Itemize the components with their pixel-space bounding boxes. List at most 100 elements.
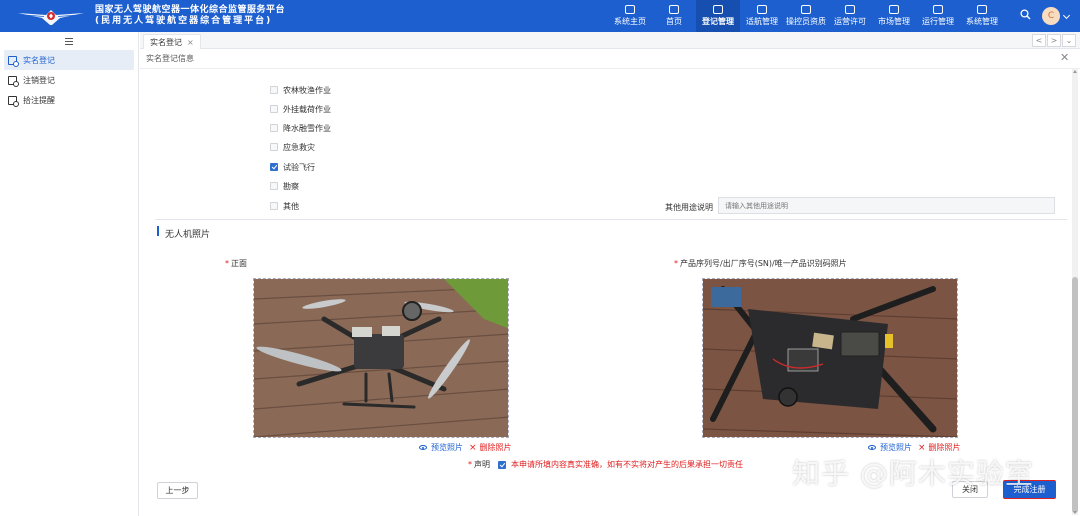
usage-option-label: 农林牧渔作业: [283, 85, 331, 95]
delete-photo-link[interactable]: × 删除照片: [918, 442, 961, 453]
usage-option-label: 外挂载荷作业: [283, 104, 331, 114]
scroll-down-arrow[interactable]: [1073, 511, 1077, 514]
sidebar: 实名登记 注销登记 拾注提醒: [0, 32, 139, 516]
drone-serial-photo[interactable]: [702, 278, 958, 438]
user-doc-icon: [8, 55, 19, 67]
sidebar-item-label: 注销登记: [23, 75, 55, 85]
sidebar-item-label: 实名登记: [23, 55, 55, 65]
platform-title-line1: 国家无人驾驶航空器一体化综合监管服务平台: [95, 5, 286, 15]
tab-prev-button[interactable]: <: [1032, 34, 1046, 47]
front-photo-label: * 正面: [225, 258, 247, 269]
usage-option-survey[interactable]: 勘察: [270, 180, 299, 192]
delete-photo-link[interactable]: × 删除照片: [469, 442, 512, 453]
nav-label: 系统主页: [614, 17, 646, 26]
scrollbar[interactable]: [1072, 69, 1078, 515]
checkbox[interactable]: [270, 124, 278, 132]
drone-front-photo[interactable]: [253, 278, 509, 438]
main-content: 实名登记信息 ✕ 农林牧渔作业 外挂载荷作业 降水融雪作业 应急救灾 试验飞行 …: [140, 50, 1080, 516]
close-button[interactable]: 关闭: [952, 481, 988, 498]
checkbox[interactable]: [270, 86, 278, 94]
delete-photo-label: 删除照片: [928, 443, 961, 452]
divider: [140, 68, 1080, 69]
label-text: 产品序列号/出厂序号(SN)/唯一产品识别码照片: [680, 259, 847, 268]
delete-icon: ×: [918, 442, 926, 453]
usage-option-label: 应急救灾: [283, 142, 315, 152]
checkbox-checked[interactable]: [270, 163, 278, 171]
tab-close-icon[interactable]: ×: [187, 38, 194, 47]
nav-system-home[interactable]: 系统主页: [608, 0, 652, 32]
complete-registration-button[interactable]: 完成注册: [1003, 480, 1056, 499]
previous-step-button[interactable]: 上一步: [157, 482, 198, 499]
nav-system-admin[interactable]: 系统管理: [960, 0, 1004, 32]
tab-real-name[interactable]: 实名登记 ×: [143, 34, 201, 49]
tab-next-button[interactable]: >: [1047, 34, 1061, 47]
usage-option-label: 降水融雪作业: [283, 123, 331, 133]
usage-option-other[interactable]: 其他: [270, 200, 299, 212]
checkbox[interactable]: [270, 182, 278, 190]
nav-operation-license[interactable]: 运营许可: [828, 0, 872, 32]
nav-operation[interactable]: 运行管理: [916, 0, 960, 32]
tab-more-button[interactable]: ⌄: [1062, 34, 1076, 47]
nav-registration[interactable]: 登记管理: [696, 0, 740, 32]
scroll-up-arrow[interactable]: [1073, 70, 1077, 73]
checkbox[interactable]: [270, 202, 278, 210]
serial-photo-actions: 预览照片 × 删除照片: [868, 442, 961, 453]
register-icon: [713, 5, 723, 14]
sidebar-item-reminder[interactable]: 拾注提醒: [4, 90, 134, 110]
platform-title-line2: (民用无人驾驶航空器综合管理平台): [95, 16, 273, 26]
usage-option-label: 其他: [283, 201, 299, 211]
nav-label: 首页: [666, 17, 682, 26]
sidebar-item-cancel[interactable]: 注销登记: [4, 70, 134, 90]
tab-bar: 实名登记 × < > ⌄: [140, 32, 1080, 49]
preview-photo-link[interactable]: 预览照片: [419, 442, 463, 453]
nav-label: 适航管理: [746, 17, 778, 26]
eye-icon: [419, 445, 427, 450]
section-marker: [157, 226, 159, 236]
nav-label: 市场管理: [878, 17, 910, 26]
top-header: 国家无人驾驶航空器一体化综合监管服务平台 (民用无人驾驶航空器综合管理平台) 系…: [0, 0, 1080, 32]
watermark: 知乎 @阿木实验室: [792, 457, 1034, 490]
declaration-label: * 声明: [468, 459, 490, 470]
nav-operator-qualification[interactable]: 操控员资质: [784, 0, 828, 32]
front-photo-actions: 预览照片 × 删除照片: [419, 442, 512, 453]
user-doc-icon: [8, 75, 19, 87]
scroll-thumb[interactable]: [1072, 277, 1078, 513]
usage-option-label: 试验飞行: [283, 162, 315, 172]
sidebar-item-label: 拾注提醒: [23, 95, 55, 105]
declaration-checkbox[interactable]: [498, 460, 506, 469]
usage-option-test-flight[interactable]: 试验飞行: [270, 161, 315, 173]
shield-icon: [801, 5, 811, 14]
declaration-row: * 声明 本申请所填内容真实准确，如有不实将对产生的后果承担一切责任: [468, 459, 743, 470]
nav-airworthiness[interactable]: 适航管理: [740, 0, 784, 32]
nav-home[interactable]: 首页: [652, 0, 696, 32]
market-icon: [889, 5, 899, 14]
operation-icon: [933, 5, 943, 14]
top-nav: 系统主页 首页 登记管理 适航管理 操控员资质 运营许可 市场管理 运行管理 系…: [608, 0, 1004, 32]
section-divider: [155, 219, 1067, 220]
preview-photo-link[interactable]: 预览照片: [868, 442, 912, 453]
usage-option-external-load[interactable]: 外挂载荷作业: [270, 103, 331, 115]
platform-title: 国家无人驾驶航空器一体化综合监管服务平台 (民用无人驾驶航空器综合管理平台): [95, 5, 285, 27]
delete-icon: ×: [469, 442, 477, 453]
nav-label: 运营许可: [834, 17, 866, 26]
checkbox[interactable]: [270, 105, 278, 113]
close-icon[interactable]: ✕: [1060, 51, 1069, 64]
required-mark: *: [468, 460, 472, 469]
sidebar-item-real-name[interactable]: 实名登记: [4, 50, 134, 70]
monitor-icon: [625, 5, 635, 14]
nav-market[interactable]: 市场管理: [872, 0, 916, 32]
checkbox[interactable]: [270, 143, 278, 151]
sidebar-toggle[interactable]: [0, 32, 138, 50]
user-avatar[interactable]: C: [1042, 7, 1060, 25]
usage-option-agriculture[interactable]: 农林牧渔作业: [270, 84, 331, 96]
nav-label: 系统管理: [966, 17, 998, 26]
preview-photo-label: 预览照片: [880, 443, 912, 452]
section-title-drone-photos: 无人机照片: [165, 230, 211, 240]
usage-option-precipitation[interactable]: 降水融雪作业: [270, 122, 331, 134]
search-icon[interactable]: [1020, 9, 1031, 20]
other-usage-input[interactable]: [718, 197, 1055, 214]
nav-label: 登记管理: [702, 17, 734, 26]
serial-photo-label: * 产品序列号/出厂序号(SN)/唯一产品识别码照片: [674, 258, 847, 269]
chevron-down-icon[interactable]: [1062, 11, 1071, 20]
usage-option-emergency[interactable]: 应急救灾: [270, 141, 315, 153]
